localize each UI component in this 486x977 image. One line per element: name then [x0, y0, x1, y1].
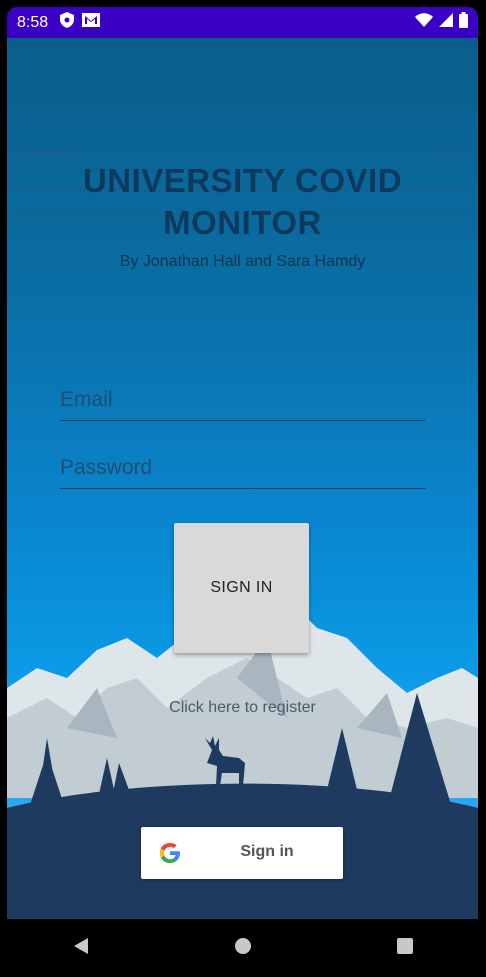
sign-in-button[interactable]: SIGN IN — [174, 523, 309, 653]
recents-button[interactable] — [375, 928, 435, 968]
login-screen: UNIVERSITY COVID MONITOR By Jonathan Hal… — [7, 38, 478, 919]
google-sign-in-label: Sign in — [240, 843, 294, 860]
email-field[interactable] — [60, 382, 425, 421]
navigation-bar — [0, 919, 486, 977]
glitch-line — [437, 150, 462, 153]
signal-icon — [439, 13, 453, 32]
wifi-icon — [415, 13, 433, 32]
recents-icon — [396, 937, 414, 960]
glitch-line — [21, 150, 76, 153]
home-icon — [234, 937, 252, 960]
shield-icon — [60, 12, 75, 33]
app-subtitle: By Jonathan Hall and Sara Hamdy — [119, 253, 366, 270]
home-button[interactable] — [213, 928, 273, 968]
app-title: UNIVERSITY COVID MONITOR — [82, 162, 403, 241]
status-bar: 8:58 — [7, 7, 478, 38]
status-time: 8:58 — [17, 13, 49, 31]
google-sign-in-button[interactable]: Sign in — [141, 827, 343, 879]
battery-icon — [459, 12, 468, 33]
back-icon — [72, 937, 90, 960]
password-field[interactable] — [60, 450, 425, 489]
gmail-icon — [82, 13, 101, 32]
back-button[interactable] — [51, 928, 111, 968]
register-link[interactable]: Click here to register — [7, 699, 478, 717]
